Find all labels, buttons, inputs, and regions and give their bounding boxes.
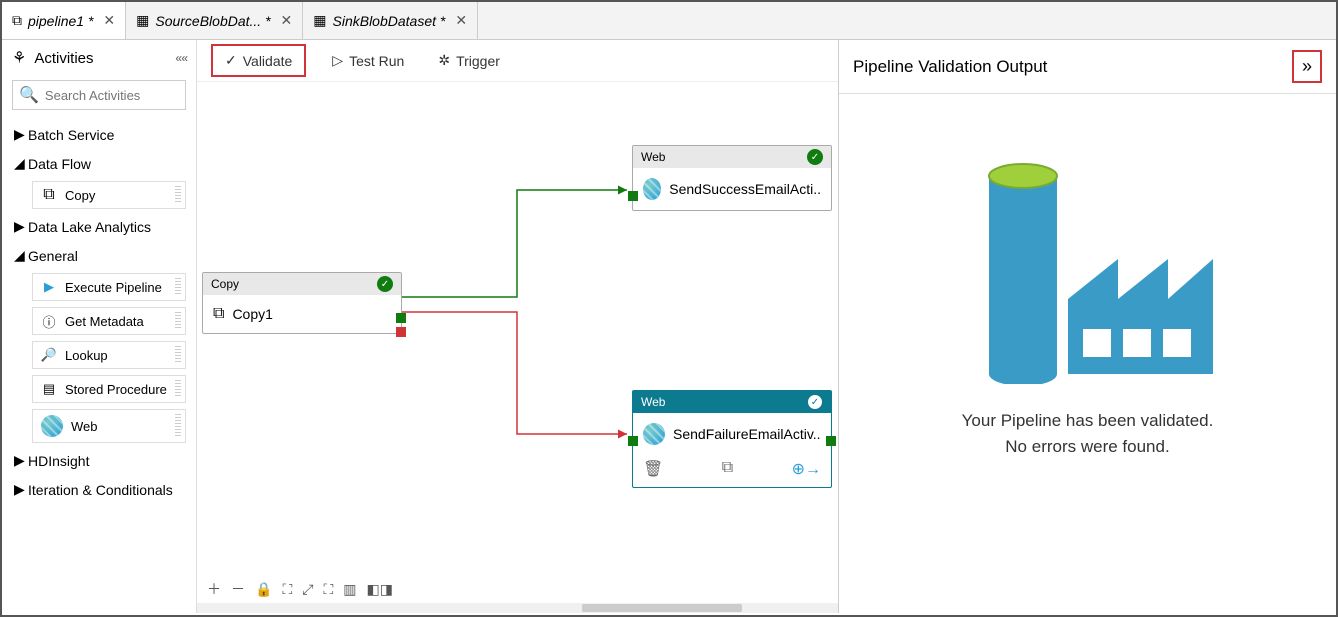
node-send-success-email[interactable]: Web ✓ SendSuccessEmailActi..: [632, 145, 832, 211]
input-port[interactable]: [628, 436, 638, 446]
fit-icon[interactable]: ⛶: [282, 581, 292, 598]
drag-grip-icon: [175, 186, 181, 204]
validation-panel: Pipeline Validation Output » Your Pipeli…: [838, 40, 1336, 613]
success-port[interactable]: [396, 313, 406, 323]
input-port[interactable]: [628, 191, 638, 201]
copy-icon: ⧉: [41, 187, 57, 203]
web-icon: [643, 178, 661, 200]
node-type: Copy: [211, 277, 239, 291]
activity-execute-pipeline[interactable]: ▶Execute Pipeline: [32, 273, 186, 301]
web-icon: [643, 423, 665, 445]
delete-icon[interactable]: 🗑: [643, 459, 663, 479]
lookup-icon: 🔎: [41, 347, 57, 363]
output-port[interactable]: [826, 436, 836, 446]
tab-label: SourceBlobDat... *: [155, 13, 270, 29]
activities-icon: ⚘: [12, 48, 26, 68]
tab-label: SinkBlobDataset *: [333, 13, 446, 29]
node-name: SendSuccessEmailActi..: [669, 181, 821, 197]
align-icon[interactable]: ▥: [343, 581, 356, 598]
category-batch-service[interactable]: ▶Batch Service: [2, 120, 196, 149]
status-ok-icon: ✓: [807, 149, 823, 165]
tab-source-dataset[interactable]: ▦ SourceBlobDat... * ✕: [126, 2, 303, 39]
tab-sink-dataset[interactable]: ▦ SinkBlobDataset * ✕: [303, 2, 478, 39]
web-icon: [41, 415, 63, 437]
category-iteration-conditionals[interactable]: ▶Iteration & Conditionals: [2, 475, 196, 504]
category-hdinsight[interactable]: ▶HDInsight: [2, 446, 196, 475]
validation-title: Pipeline Validation Output: [853, 57, 1047, 77]
node-send-failure-email[interactable]: Web ✓ SendFailureEmailActiv.. 🗑 ⧉ ⊕→: [632, 390, 832, 488]
play-icon: ▷: [332, 52, 343, 69]
fullscreen-icon[interactable]: ⛶: [323, 581, 333, 598]
check-icon: ✓: [225, 52, 237, 69]
layout-icon[interactable]: ◧◨: [367, 581, 393, 598]
activities-sidebar: ⚘ Activities « « 🔍 ▶Batch Service ◢Data …: [2, 40, 197, 613]
trigger-icon: ✲: [438, 52, 450, 69]
stored-procedure-icon: ▤: [41, 381, 57, 397]
validation-message: Your Pipeline has been validated. No err…: [962, 408, 1214, 459]
copy-icon: ⧉: [213, 305, 224, 323]
search-activities[interactable]: 🔍: [12, 80, 186, 110]
activity-get-metadata[interactable]: ⓘGet Metadata: [32, 307, 186, 335]
sidebar-title: Activities: [34, 50, 167, 67]
expand-icon[interactable]: ⊕→: [792, 459, 821, 479]
execute-pipeline-icon: ▶: [41, 279, 57, 295]
drag-grip-icon: [175, 414, 181, 438]
clone-icon[interactable]: ⧉: [722, 459, 733, 479]
tab-bar: ⧉ pipeline1 * ✕ ▦ SourceBlobDat... * ✕ ▦…: [2, 2, 1336, 40]
drag-grip-icon: [175, 278, 181, 296]
validate-button[interactable]: ✓Validate: [211, 44, 306, 77]
actual-size-icon[interactable]: ⤢: [302, 581, 313, 598]
canvas-toolbar: ✓Validate ▷Test Run ✲Trigger: [197, 40, 838, 82]
dataset-icon: ▦: [313, 12, 326, 29]
node-name: Copy1: [232, 306, 272, 322]
pipeline-icon: ⧉: [12, 12, 22, 29]
zoom-out-icon[interactable]: －: [231, 579, 245, 599]
search-input[interactable]: [45, 88, 179, 103]
factory-icon: [958, 144, 1218, 384]
status-ok-icon: ✓: [807, 394, 823, 410]
activity-lookup[interactable]: 🔎Lookup: [32, 341, 186, 369]
activity-copy[interactable]: ⧉ Copy: [32, 181, 186, 209]
category-data-flow[interactable]: ◢Data Flow: [2, 149, 196, 178]
activity-stored-procedure[interactable]: ▤Stored Procedure: [32, 375, 186, 403]
horizontal-scrollbar[interactable]: [197, 603, 838, 613]
zoom-in-icon[interactable]: ＋: [207, 579, 221, 599]
node-type: Web: [641, 150, 665, 164]
tab-pipeline1[interactable]: ⧉ pipeline1 * ✕: [2, 2, 126, 39]
activity-web[interactable]: Web: [32, 409, 186, 443]
pipeline-canvas-area: ✓Validate ▷Test Run ✲Trigger Copy✓ ⧉Copy…: [197, 40, 838, 613]
drag-grip-icon: [175, 380, 181, 398]
dataset-icon: ▦: [136, 12, 149, 29]
failure-port[interactable]: [396, 327, 406, 337]
close-icon[interactable]: ✕: [281, 12, 293, 29]
category-general[interactable]: ◢General: [2, 241, 196, 270]
close-icon[interactable]: ✕: [103, 12, 115, 29]
close-icon[interactable]: ✕: [455, 12, 467, 29]
scrollbar-thumb[interactable]: [582, 604, 742, 612]
drag-grip-icon: [175, 346, 181, 364]
pipeline-canvas[interactable]: Copy ✓ ⧉ Copy1 Web ✓ SendSuccessEmailActi..…: [197, 82, 838, 613]
trigger-button[interactable]: ✲Trigger: [430, 48, 508, 73]
close-validation-button[interactable]: »: [1292, 50, 1322, 83]
info-icon: ⓘ: [41, 313, 57, 329]
status-ok-icon: ✓: [377, 276, 393, 292]
tab-label: pipeline1 *: [28, 13, 93, 29]
drag-grip-icon: [175, 312, 181, 330]
lock-icon[interactable]: 🔒: [255, 581, 272, 598]
search-icon: 🔍: [19, 85, 39, 105]
node-name: SendFailureEmailActiv..: [673, 426, 821, 442]
category-data-lake-analytics[interactable]: ▶Data Lake Analytics: [2, 212, 196, 241]
collapse-icon[interactable]: « «: [175, 51, 186, 65]
node-copy[interactable]: Copy ✓ ⧉ Copy1: [202, 272, 402, 334]
test-run-button[interactable]: ▷Test Run: [324, 48, 412, 73]
canvas-zoom-toolbar: ＋ － 🔒 ⛶ ⤢ ⛶ ▥ ◧◨: [207, 579, 393, 599]
node-type: Web: [641, 395, 665, 409]
